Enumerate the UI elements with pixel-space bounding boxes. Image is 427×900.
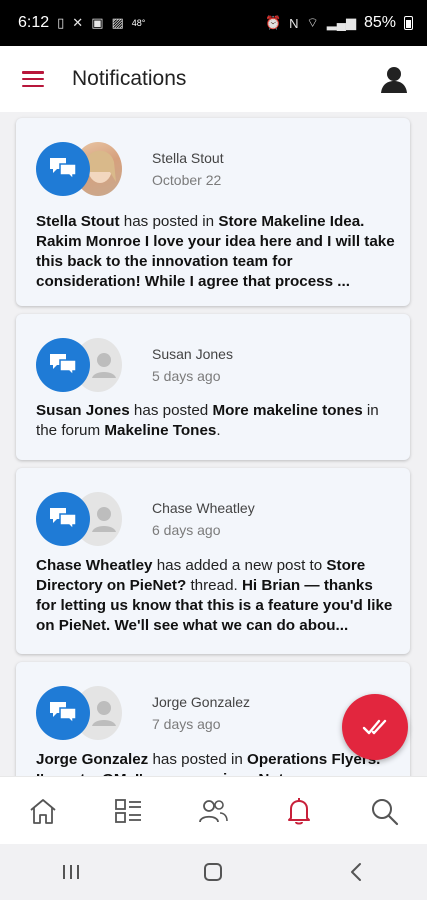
app-icon: ▣ [91, 15, 104, 30]
nav-notifications[interactable] [279, 791, 319, 831]
notification-text-bold: Jorge Gonzalez [36, 751, 149, 768]
back-button[interactable] [336, 852, 376, 892]
battery-icon [404, 16, 413, 30]
chat-bubble-icon [36, 686, 90, 740]
notification-text-run: has posted [129, 402, 213, 419]
notification-text-run: has posted in [119, 213, 219, 230]
notification-list[interactable]: Stella Stout October 22 Stella Stout has… [0, 112, 427, 776]
app-header: Notifications [0, 46, 427, 112]
back-chevron-icon [350, 863, 361, 881]
notification-date: October 22 [152, 172, 222, 188]
notification-text: Chase Wheatley has added a new post to S… [36, 556, 396, 636]
missed-call-icon: ✕ [72, 15, 84, 30]
profile-icon[interactable] [379, 64, 409, 94]
people-icon [199, 800, 229, 823]
notification-text: Susan Jones has posted More makeline ton… [36, 401, 396, 441]
notification-text: Jorge Gonzalez has posted in Operations … [36, 750, 396, 776]
notification-text-bold: Chase Wheatley [36, 557, 153, 574]
notification-text-run: has posted in [148, 751, 248, 768]
home-square-icon [204, 863, 223, 881]
search-icon [372, 799, 399, 826]
signal-icon: ▂▄▆ [326, 15, 356, 30]
recent-apps-icon [63, 865, 80, 879]
notification-card[interactable]: Stella Stout October 22 Stella Stout has… [16, 118, 410, 306]
nav-feed[interactable] [108, 791, 148, 831]
alarm-icon: ⏰ [264, 15, 282, 30]
author-name: Chase Wheatley [152, 500, 255, 516]
home-icon [30, 799, 56, 824]
wifi-icon: ⌔ [306, 15, 319, 30]
recent-apps-button[interactable] [51, 852, 91, 892]
mark-all-read-button[interactable] [342, 694, 408, 760]
notification-date: 5 days ago [152, 368, 221, 384]
notification-date: 6 days ago [152, 522, 221, 538]
notification-text-bold: Store Makeline Idea. [218, 213, 365, 230]
status-time: 6:12 [18, 14, 50, 31]
author-name: Stella Stout [152, 150, 224, 166]
sim-icon: ▯ [57, 15, 65, 30]
status-temp: 48° [131, 18, 146, 28]
system-nav-bar [0, 844, 427, 900]
notification-text-bold: Susan Jones [36, 402, 130, 419]
double-check-icon [362, 719, 387, 735]
notification-date: 7 days ago [152, 716, 221, 732]
status-left: 6:12 ▯ ✕ ▣ ▨ 48° [18, 14, 145, 32]
list-icon [115, 799, 142, 823]
mute-icon: N [289, 15, 299, 31]
notification-text-run: has added a new post to [152, 557, 327, 574]
author-name: Jorge Gonzalez [152, 694, 251, 710]
notification-text-bold: More makeline tones [212, 402, 363, 419]
nav-home[interactable] [23, 791, 63, 831]
hamburger-menu-icon[interactable] [22, 71, 44, 87]
notification-text-bold: Makeline Tones [104, 422, 217, 439]
chat-bubble-icon [36, 492, 90, 546]
notification-text-bold: Rakim Monroe I love your idea here and I… [36, 233, 395, 290]
gallery-icon: ▨ [111, 15, 124, 30]
notification-text-bold: Stella Stout [36, 213, 120, 230]
chat-bubble-icon [36, 142, 90, 196]
nav-search[interactable] [364, 791, 404, 831]
notification-text-run: thread. [186, 577, 242, 594]
battery-percent: 85% [363, 14, 396, 31]
status-bar: 6:12 ▯ ✕ ▣ ▨ 48° ⏰ N ⌔ ▂▄▆ 85% [0, 0, 427, 46]
chat-bubble-icon [36, 338, 90, 392]
notification-text-run: . [216, 422, 221, 439]
bottom-nav [0, 776, 427, 845]
status-right: ⏰ N ⌔ ▂▄▆ 85% [265, 14, 413, 32]
notification-text: Stella Stout has posted in Store Makelin… [36, 212, 396, 292]
notification-card[interactable]: Susan Jones 5 days ago Susan Jones has p… [16, 314, 410, 460]
bell-icon [287, 798, 310, 825]
notification-card[interactable]: Chase Wheatley 6 days ago Chase Wheatley… [16, 468, 410, 654]
home-button[interactable] [193, 852, 233, 892]
page-title: Notifications [72, 67, 187, 90]
nav-people[interactable] [193, 791, 233, 831]
author-name: Susan Jones [152, 346, 233, 362]
